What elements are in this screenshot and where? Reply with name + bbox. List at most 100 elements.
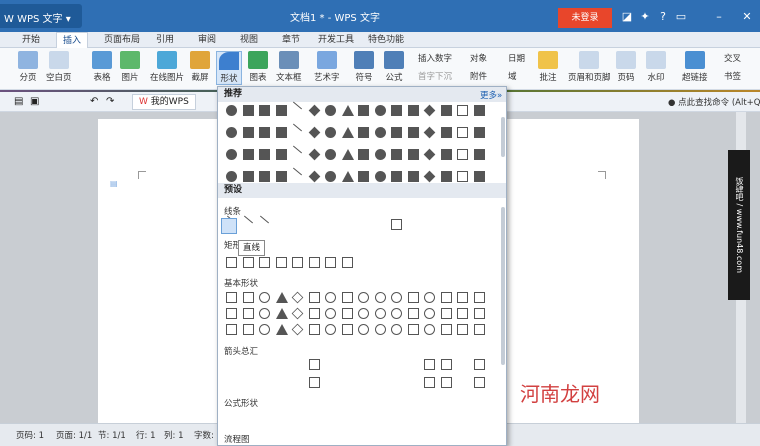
shape-option[interactable] [473, 377, 485, 388]
skin-icon[interactable]: ◪ [620, 10, 634, 24]
shape-option[interactable] [473, 359, 485, 370]
formula-button[interactable]: 公式 [384, 51, 404, 83]
shape-option[interactable] [309, 219, 321, 230]
page-number-button[interactable]: 页码 [616, 51, 636, 83]
tab-section[interactable]: 章节 [282, 32, 300, 48]
tab-developer[interactable]: 开发工具 [318, 32, 354, 48]
tab-view[interactable]: 视图 [240, 32, 258, 48]
bookmark-button[interactable]: 书签 [724, 70, 741, 82]
shape-option[interactable] [259, 308, 270, 319]
shape-option[interactable] [308, 126, 320, 139]
shape-option[interactable] [342, 219, 354, 230]
shape-option[interactable] [374, 149, 386, 160]
shape-option[interactable] [440, 377, 452, 388]
undo-icon[interactable]: ↶ [90, 96, 98, 107]
shape-option[interactable] [259, 149, 270, 160]
shape-option[interactable] [424, 324, 435, 335]
shape-option[interactable] [226, 359, 238, 370]
shape-option[interactable] [292, 377, 304, 388]
shape-option[interactable] [242, 127, 254, 138]
tab-references[interactable]: 引用 [156, 32, 174, 48]
shape-option[interactable] [275, 105, 287, 116]
shape-option[interactable] [292, 219, 304, 230]
shape-option[interactable] [275, 127, 287, 138]
redo-icon[interactable]: ↷ [106, 96, 114, 107]
online-picture-button[interactable]: 在线图片 [150, 51, 184, 83]
attachment-button[interactable]: 附件 [470, 70, 487, 82]
shape-option[interactable] [423, 104, 436, 117]
shape-option[interactable] [341, 292, 353, 303]
shape-option[interactable] [275, 171, 287, 182]
shape-option[interactable] [292, 101, 303, 110]
shape-option[interactable] [358, 219, 370, 230]
shape-option[interactable] [391, 105, 402, 116]
shape-option[interactable] [440, 308, 452, 319]
shape-option[interactable] [391, 219, 402, 230]
shape-option[interactable] [325, 324, 336, 335]
shape-option[interactable] [457, 127, 468, 138]
shape-option[interactable] [358, 359, 370, 370]
shape-option[interactable] [358, 377, 370, 388]
shape-option[interactable] [226, 308, 237, 319]
shape-option[interactable] [375, 219, 387, 230]
shape-option[interactable] [275, 149, 287, 160]
shape-option[interactable] [292, 167, 303, 176]
shape-option[interactable] [226, 105, 237, 116]
shape-option[interactable] [276, 411, 288, 422]
shape-option[interactable] [374, 105, 386, 116]
shape-option[interactable] [259, 324, 270, 335]
shape-option[interactable] [259, 171, 270, 182]
shape-option[interactable] [391, 171, 402, 182]
shape-option[interactable] [375, 377, 387, 388]
shape-option[interactable] [242, 105, 254, 116]
tab-layout[interactable]: 页面布局 [104, 32, 140, 48]
shape-option[interactable] [341, 149, 354, 160]
shape-option[interactable] [259, 215, 270, 224]
shape-option[interactable] [242, 292, 254, 303]
shape-option[interactable] [358, 324, 369, 335]
shape-option[interactable] [358, 127, 369, 138]
minimize-icon[interactable]: – [712, 10, 726, 24]
shape-option[interactable] [325, 257, 336, 268]
shape-option[interactable] [226, 257, 237, 268]
symbol-button[interactable]: 符号 [354, 51, 374, 83]
shape-option[interactable] [259, 127, 270, 138]
shape-option[interactable] [424, 292, 435, 303]
shape-option[interactable] [457, 149, 468, 160]
shape-option[interactable] [407, 324, 419, 335]
save-icon[interactable]: ▣ [30, 96, 39, 107]
field-button[interactable]: 域 [508, 70, 517, 82]
shape-option[interactable] [325, 377, 337, 388]
shape-option[interactable] [342, 377, 354, 388]
shape-option[interactable] [423, 148, 436, 161]
object-button[interactable]: 对象 [470, 52, 487, 64]
shape-option[interactable] [275, 257, 287, 268]
shape-option[interactable] [407, 308, 419, 319]
shape-option[interactable] [440, 359, 452, 370]
shape-option[interactable] [374, 292, 386, 303]
shape-option[interactable] [457, 105, 468, 116]
shape-option[interactable] [341, 171, 354, 182]
cross-reference-button[interactable]: 交叉 [724, 52, 741, 64]
shape-option[interactable] [292, 257, 303, 268]
shape-option[interactable] [275, 292, 288, 303]
shape-option[interactable] [358, 292, 369, 303]
shape-option[interactable] [259, 105, 270, 116]
shape-option[interactable] [291, 307, 304, 320]
shape-option[interactable] [408, 377, 420, 388]
shape-option[interactable] [391, 359, 403, 370]
shape-option[interactable] [391, 127, 402, 138]
shape-option[interactable] [407, 105, 419, 116]
line-shape-hover[interactable] [221, 218, 237, 234]
login-button[interactable]: 未登录 [558, 8, 612, 28]
my-wps-tab[interactable]: W 我的WPS [132, 94, 196, 110]
shape-option[interactable] [424, 359, 435, 370]
wordart-button[interactable]: 艺术字 [314, 51, 340, 83]
shape-option[interactable] [325, 308, 336, 319]
shape-option[interactable] [325, 219, 337, 230]
shape-option[interactable] [473, 127, 485, 138]
header-footer-button[interactable]: 页眉和页脚 [568, 51, 611, 83]
panel-scrollbar[interactable] [501, 117, 505, 157]
shape-option[interactable] [308, 257, 320, 268]
picture-button[interactable]: 图片 [120, 51, 140, 83]
